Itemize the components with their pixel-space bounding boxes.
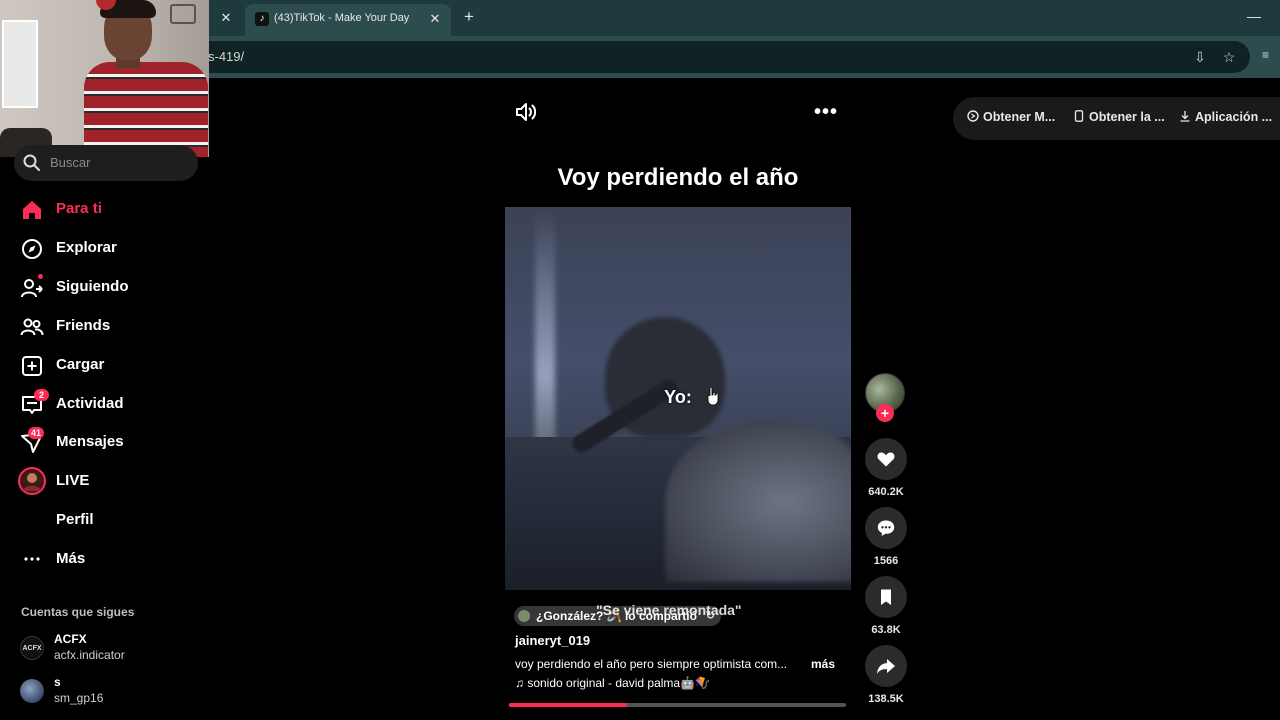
tiktok-favicon-icon: ♪	[255, 12, 269, 26]
description-more-link[interactable]: más	[811, 657, 835, 671]
tab-title: (43)TikTok - Make Your Day	[274, 12, 410, 24]
bookmark-icon	[881, 589, 891, 605]
video-quote-text: "Se viene remontada"	[596, 602, 742, 618]
video-description: voy perdiendo el año pero siempre optimi…	[515, 657, 788, 671]
tab-tiktok[interactable]: ♪ (43)TikTok - Make Your Day ✕	[245, 4, 451, 36]
share-button[interactable]	[865, 645, 907, 687]
heart-icon	[877, 452, 895, 467]
following-icon	[21, 279, 43, 298]
upload-icon	[22, 356, 42, 376]
webcam-overlay	[0, 0, 209, 157]
volume-icon[interactable]	[514, 101, 538, 123]
video-player[interactable]: Yo:	[505, 207, 851, 590]
home-icon	[23, 201, 41, 219]
search-placeholder: Buscar	[50, 155, 91, 170]
sidebar-item-mas[interactable]: Más	[18, 542, 198, 576]
share-count: 138.5K	[868, 693, 904, 705]
video-author[interactable]: jaineryt_019	[515, 633, 590, 648]
save-count: 63.8K	[871, 624, 901, 636]
install-app-icon[interactable]: ⇩	[1192, 49, 1208, 65]
sidebar-item-cargar[interactable]: Cargar	[18, 348, 198, 382]
sidebar-item-explorar[interactable]: Explorar	[18, 231, 198, 265]
download-app-label: Aplicación ...	[1195, 110, 1273, 124]
follow-plus-button[interactable]: +	[876, 404, 894, 422]
comment-icon	[877, 520, 895, 536]
phone-icon	[1074, 110, 1084, 122]
account-handle: acfx.indicator	[54, 648, 125, 662]
comment-button[interactable]	[865, 507, 907, 549]
compass-icon	[22, 239, 42, 259]
save-button[interactable]	[865, 576, 907, 618]
avatar	[518, 610, 530, 622]
reading-list-icon[interactable]: ≡	[1262, 48, 1276, 62]
address-bar[interactable]: s-419/ ⇩ ☆	[150, 41, 1250, 73]
close-icon[interactable]: ✕	[218, 10, 234, 26]
account-name: s	[54, 675, 61, 689]
more-options-icon[interactable]: •••	[814, 102, 838, 122]
search-icon	[23, 154, 40, 171]
sidebar-item-label: Actividad	[56, 395, 124, 412]
close-tab-icon[interactable]: ✕	[427, 11, 443, 27]
following-accounts-title: Cuentas que sigues	[21, 605, 135, 619]
video-progress-bar[interactable]	[509, 703, 846, 707]
messages-badge: 41	[28, 427, 45, 439]
notification-dot	[38, 274, 43, 279]
video-title: Voy perdiendo el año	[557, 164, 799, 191]
get-app-button[interactable]: Obtener la ...	[1073, 110, 1165, 124]
avatar: ACFX	[20, 636, 44, 660]
sidebar-item-friends[interactable]: Friends	[18, 309, 198, 343]
sidebar-item-label: Más	[56, 550, 86, 567]
sidebar-item-label: Cargar	[56, 356, 105, 373]
sidebar-item-actividad[interactable]: 2 Actividad	[18, 387, 198, 421]
mouse-cursor-icon	[707, 386, 719, 406]
shared-info-row: ¿González? 🪃 lo compartió ↻ "Se viene re…	[514, 602, 844, 626]
sidebar-item-label: Siguiendo	[56, 278, 129, 295]
new-tab-button[interactable]: +	[460, 8, 478, 26]
sidebar-item-siguiendo[interactable]: Siguiendo	[18, 270, 198, 304]
sidebar-item-label: LIVE	[56, 472, 90, 489]
account-name: ACFX	[54, 632, 87, 646]
avatar	[20, 679, 44, 703]
sidebar-item-label: Mensajes	[56, 433, 124, 450]
sidebar-item-label: Para ti	[56, 200, 102, 217]
like-button[interactable]	[865, 438, 907, 480]
video-caption: Yo:	[664, 387, 692, 407]
download-icon	[1180, 111, 1190, 122]
video-progress-fill	[509, 703, 627, 707]
sidebar-item-mensajes[interactable]: 41 Mensajes	[18, 425, 198, 459]
friends-icon	[20, 318, 44, 336]
get-app-pill: Obtener M... Obtener la ... Aplicación .…	[953, 97, 1280, 140]
following-account-s[interactable]: s sm_gp16	[20, 675, 200, 709]
sidebar-item-label: Friends	[56, 317, 111, 334]
sidebar-item-live[interactable]: LIVE	[18, 464, 198, 498]
share-arrow-icon	[877, 659, 895, 674]
minimize-window-button[interactable]: —	[1246, 8, 1262, 24]
more-icon	[24, 557, 40, 561]
get-app-label: Obtener la ...	[1089, 110, 1165, 124]
live-icon	[18, 467, 46, 495]
sound-info[interactable]: ♫ sonido original - david palma🤖🪁	[515, 676, 710, 690]
sidebar-item-para-ti[interactable]: Para ti	[18, 192, 198, 226]
activity-badge: 2	[34, 389, 49, 401]
url-text: s-419/	[208, 49, 245, 64]
get-coins-label: Obtener M...	[983, 110, 1056, 124]
sidebar-item-label: Explorar	[56, 239, 117, 256]
sidebar-item-perfil[interactable]: Perfil	[18, 503, 198, 537]
download-app-button[interactable]: Aplicación ...	[1179, 110, 1272, 124]
comment-count: 1566	[873, 555, 899, 567]
get-coins-button[interactable]: Obtener M...	[967, 110, 1055, 124]
like-count: 640.2K	[868, 486, 904, 498]
search-input[interactable]: Buscar	[14, 145, 198, 181]
bookmark-star-icon[interactable]: ☆	[1221, 49, 1237, 65]
sidebar-item-label: Perfil	[56, 511, 94, 528]
account-handle: sm_gp16	[54, 691, 104, 705]
following-account-acfx[interactable]: ACFX ACFX acfx.indicator	[20, 632, 200, 666]
coin-icon	[967, 110, 979, 122]
